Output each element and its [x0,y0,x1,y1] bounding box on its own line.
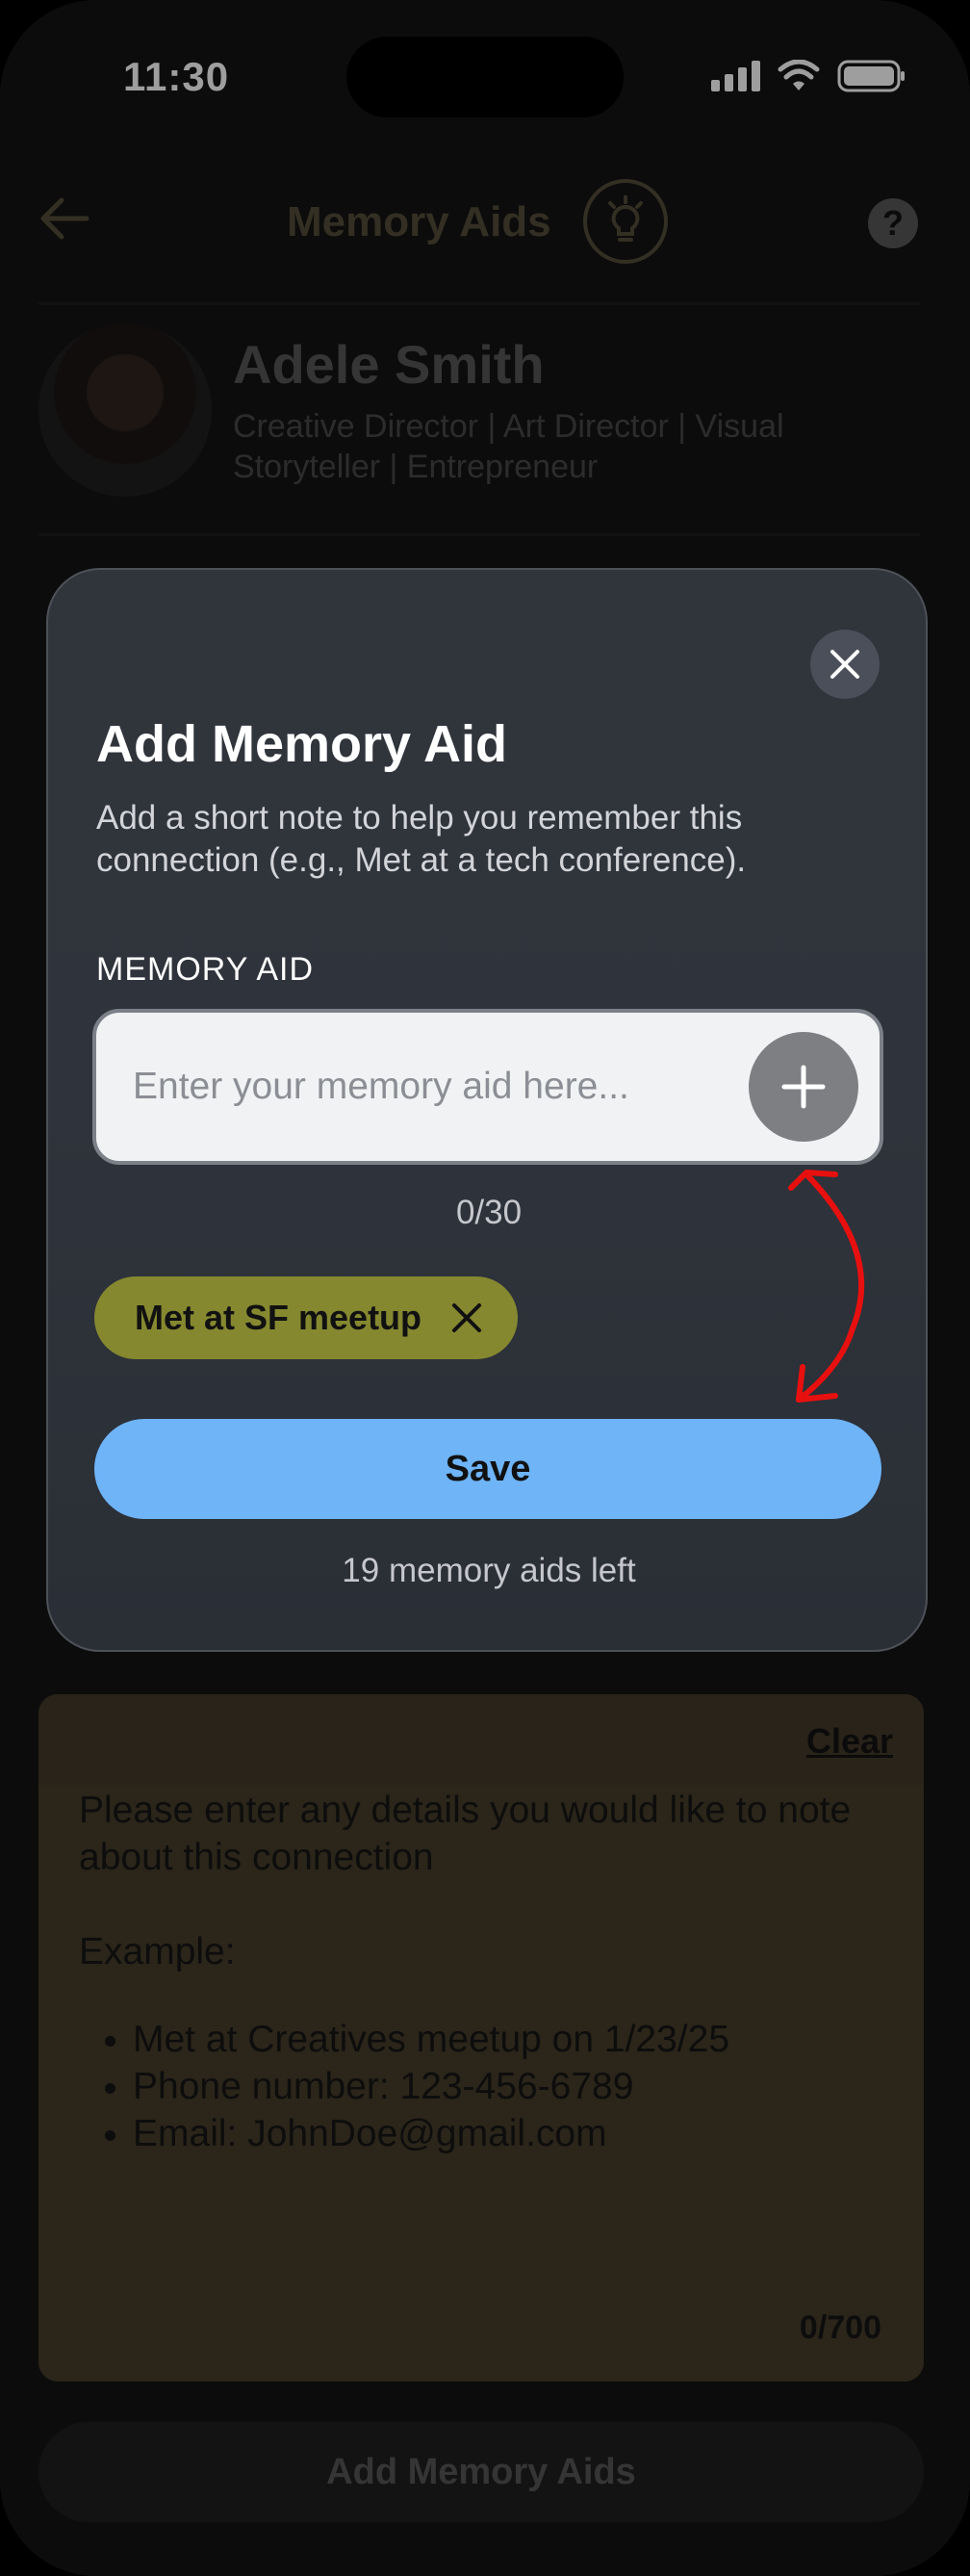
memory-aid-input-wrapper [92,1009,883,1165]
remaining-count: 19 memory aids left [342,1552,636,1589]
chip-label: Met at SF meetup [135,1298,422,1337]
memory-aid-label: MEMORY AID [96,951,315,988]
modal-title: Add Memory Aid [96,715,508,773]
memory-aid-chip: Met at SF meetup [94,1276,519,1359]
add-memory-aid-modal: Add Memory Aid Add a short note to help … [46,568,928,1652]
remove-chip-icon [452,1303,482,1332]
double-arrow-annotation [788,1170,865,1403]
close-icon [830,650,859,679]
plus-icon [781,1065,826,1109]
modal-description: Add a short note to help you remember th… [96,799,747,879]
close-button[interactable] [810,630,880,699]
add-memory-aid-button[interactable] [749,1032,858,1142]
phone-screen: 11:30 Memory Aids ? Adele Smith Creative… [0,0,970,2576]
memory-aid-input[interactable] [133,1013,710,1161]
save-button[interactable]: Save [94,1419,881,1519]
remove-chip-button[interactable] [450,1301,483,1334]
